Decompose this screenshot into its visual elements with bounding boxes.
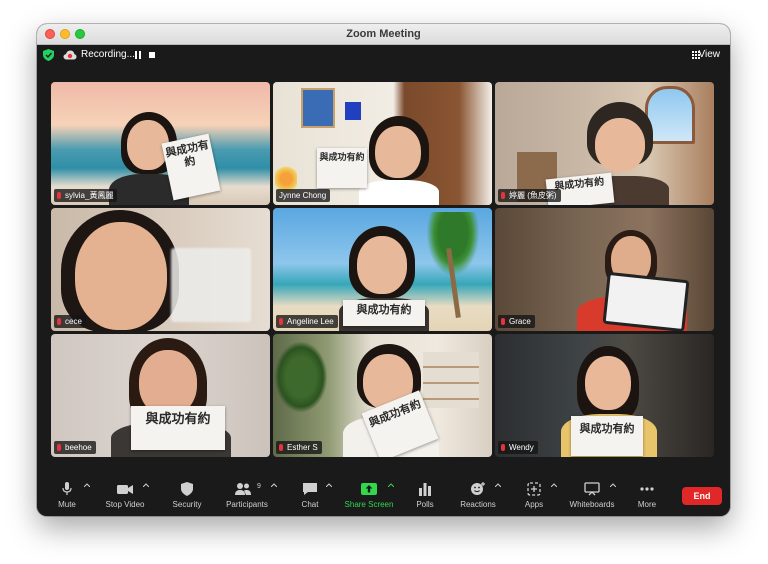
reactions-options-chevron-icon[interactable]	[495, 483, 501, 487]
name-tag: Grace	[498, 315, 535, 328]
name-tag: Angeline Lee	[276, 315, 338, 328]
participant-face	[75, 222, 167, 330]
name-tag: cece	[54, 315, 86, 328]
participant-count: 9	[257, 483, 261, 490]
video-tile-beehoe[interactable]: 與成功有約 beehoe	[51, 334, 270, 457]
participant-face	[357, 236, 407, 294]
polls-button[interactable]: Polls	[395, 482, 455, 514]
name-tag: Esther S	[276, 441, 322, 454]
more-label: More	[637, 500, 657, 509]
participant-body	[359, 180, 439, 205]
whiteboard-icon	[584, 482, 600, 496]
zoom-window: Zoom Meeting Recording... View 與成功有約 syl…	[37, 24, 730, 516]
name-tag: beehoe	[54, 441, 96, 454]
participants-button[interactable]: 9 Participants	[217, 482, 277, 514]
recording-status: Recording...	[81, 49, 135, 60]
muted-mic-icon	[57, 444, 61, 451]
book-card: 與成功有約	[131, 406, 225, 450]
end-meeting-button[interactable]: End	[682, 487, 722, 505]
name-tag: sylvia_黃鳳麗	[54, 189, 118, 202]
muted-mic-icon	[279, 444, 283, 451]
video-tile-grace[interactable]: Grace	[495, 208, 714, 331]
bar-chart-icon	[419, 483, 431, 496]
card-text: 與成功有約	[319, 153, 365, 163]
muted-mic-icon	[57, 318, 61, 325]
name-tag: Jynne Chong	[276, 189, 331, 202]
ellipsis-icon	[640, 487, 654, 491]
muted-mic-icon	[501, 318, 505, 325]
bookshelf	[423, 352, 479, 408]
share-options-chevron-icon[interactable]	[388, 483, 394, 487]
audio-options-chevron-icon[interactable]	[84, 483, 90, 487]
video-tile-wendy[interactable]: 與成功有約 Wendy	[495, 334, 714, 457]
participant-name: Grace	[509, 317, 531, 326]
participant-name: Angeline Lee	[287, 317, 334, 326]
meeting-toolbar: Mute Stop Video Security 9 Participants …	[37, 478, 730, 516]
name-tag: Wendy	[498, 441, 538, 454]
video-options-chevron-icon[interactable]	[143, 483, 149, 487]
share-screen-icon	[361, 483, 377, 495]
wall-painting	[301, 88, 335, 128]
video-gallery: 與成功有約 sylvia_黃鳳麗 與成功有約 Jynne Chong 與成功有約…	[51, 82, 715, 462]
video-tile-jynne[interactable]: 與成功有約 Jynne Chong	[273, 82, 492, 205]
video-tile-esther[interactable]: 與成功有約 Esther S	[273, 334, 492, 457]
stop-recording-icon[interactable]	[149, 52, 155, 58]
apps-options-chevron-icon[interactable]	[551, 483, 557, 487]
video-tile-sylvia[interactable]: 與成功有約 sylvia_黃鳳麗	[51, 82, 270, 205]
chat-bubble-icon	[303, 483, 317, 495]
participant-face	[595, 118, 645, 172]
name-tag: 婷麗 (魚皮粥)	[498, 189, 561, 202]
video-tile-tingli[interactable]: 與成功有約 婷麗 (魚皮粥)	[495, 82, 714, 205]
view-button[interactable]: View	[699, 49, 721, 60]
houseplant	[275, 342, 327, 412]
participant-name: sylvia_黃鳳麗	[65, 191, 114, 200]
muted-mic-icon	[279, 318, 283, 325]
card-text: 與成功有約	[164, 137, 211, 170]
participant-face	[585, 356, 631, 410]
card-text: 與成功有約	[553, 176, 605, 193]
apps-icon	[527, 482, 541, 496]
muted-mic-icon	[57, 192, 61, 199]
blurred-book	[171, 248, 251, 322]
book-card: 與成功有約	[571, 416, 643, 456]
tablet-device	[602, 271, 690, 331]
card-text: 與成功有約	[145, 412, 211, 427]
security-shield-icon[interactable]	[43, 49, 54, 61]
participant-name: cece	[65, 317, 82, 326]
muted-mic-icon	[501, 192, 505, 199]
video-camera-icon	[117, 485, 133, 494]
participant-name: Wendy	[509, 443, 534, 452]
video-tile-cece[interactable]: cece	[51, 208, 270, 331]
participant-face	[375, 126, 421, 178]
pause-recording-icon[interactable]	[135, 51, 141, 59]
participant-name: 婷麗 (魚皮粥)	[509, 191, 557, 200]
security-button[interactable]: Security	[157, 482, 217, 514]
book-card: 與成功有約	[343, 300, 425, 326]
book-card: 與成功有約	[317, 148, 367, 188]
participant-name: Esther S	[287, 443, 318, 452]
card-text: 與成功有約	[579, 422, 635, 435]
cloud-recording-icon	[63, 50, 77, 60]
shield-icon	[181, 482, 193, 496]
muted-mic-icon	[501, 444, 505, 451]
participant-name: Jynne Chong	[279, 191, 327, 200]
participant-name: beehoe	[65, 443, 92, 452]
small-painting	[345, 102, 361, 120]
microphone-icon	[62, 482, 72, 495]
smiley-plus-icon	[471, 482, 485, 495]
whiteboards-options-chevron-icon[interactable]	[610, 483, 616, 487]
participants-options-chevron-icon[interactable]	[271, 483, 277, 487]
more-button[interactable]: More	[617, 482, 677, 514]
video-tile-angeline[interactable]: 與成功有約 Angeline Lee	[273, 208, 492, 331]
meeting-top-bar: Recording... View	[37, 45, 730, 65]
people-icon	[235, 483, 251, 495]
chat-options-chevron-icon[interactable]	[326, 483, 332, 487]
card-text: 與成功有約	[356, 303, 412, 316]
title-bar: Zoom Meeting	[37, 24, 730, 45]
window-title: Zoom Meeting	[346, 28, 421, 40]
